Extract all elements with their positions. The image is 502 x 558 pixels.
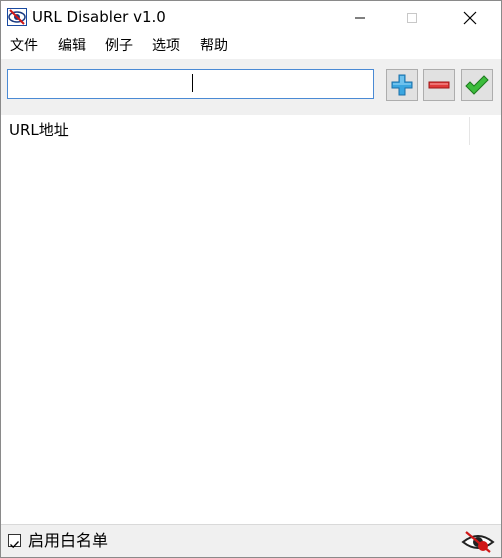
app-eye-icon (7, 8, 27, 26)
plus-icon (391, 74, 413, 96)
apply-button[interactable] (461, 69, 493, 101)
menu-examples[interactable]: 例子 (105, 37, 133, 55)
close-icon (463, 11, 477, 24)
whitelist-label[interactable]: 启用白名单 (28, 531, 108, 551)
checkmark-icon (10, 541, 19, 549)
toolbar (1, 59, 501, 115)
menu-file[interactable]: 文件 (10, 37, 38, 55)
maximize-button[interactable] (389, 1, 435, 34)
app-window: URL Disabler v1.0 文件 编辑 例子 选项 帮助 URL地址 启… (0, 0, 502, 558)
menu-options[interactable]: 选项 (152, 37, 180, 55)
list-header: URL地址 (1, 115, 501, 145)
menu-help[interactable]: 帮助 (200, 37, 228, 55)
add-url-button[interactable] (386, 69, 418, 101)
minimize-button[interactable] (337, 1, 383, 34)
menu-edit[interactable]: 编辑 (58, 37, 86, 55)
menu-bar: 文件 编辑 例子 选项 帮助 (1, 34, 501, 58)
maximize-icon (407, 12, 417, 23)
remove-url-button[interactable] (423, 69, 455, 101)
eye-disabled-icon[interactable] (461, 529, 495, 555)
column-header-url[interactable]: URL地址 (9, 120, 69, 140)
text-caret (192, 74, 193, 92)
status-bar: 启用白名单 (1, 524, 501, 557)
url-input[interactable] (7, 69, 374, 99)
column-divider[interactable] (469, 117, 470, 145)
minimize-icon (355, 17, 365, 18)
url-list[interactable]: URL地址 (1, 115, 501, 524)
title-bar[interactable]: URL Disabler v1.0 (1, 1, 501, 34)
minus-icon (428, 81, 450, 89)
close-button[interactable] (447, 1, 493, 34)
check-icon (465, 75, 489, 95)
window-title: URL Disabler v1.0 (32, 8, 166, 26)
whitelist-checkbox[interactable] (8, 534, 21, 549)
